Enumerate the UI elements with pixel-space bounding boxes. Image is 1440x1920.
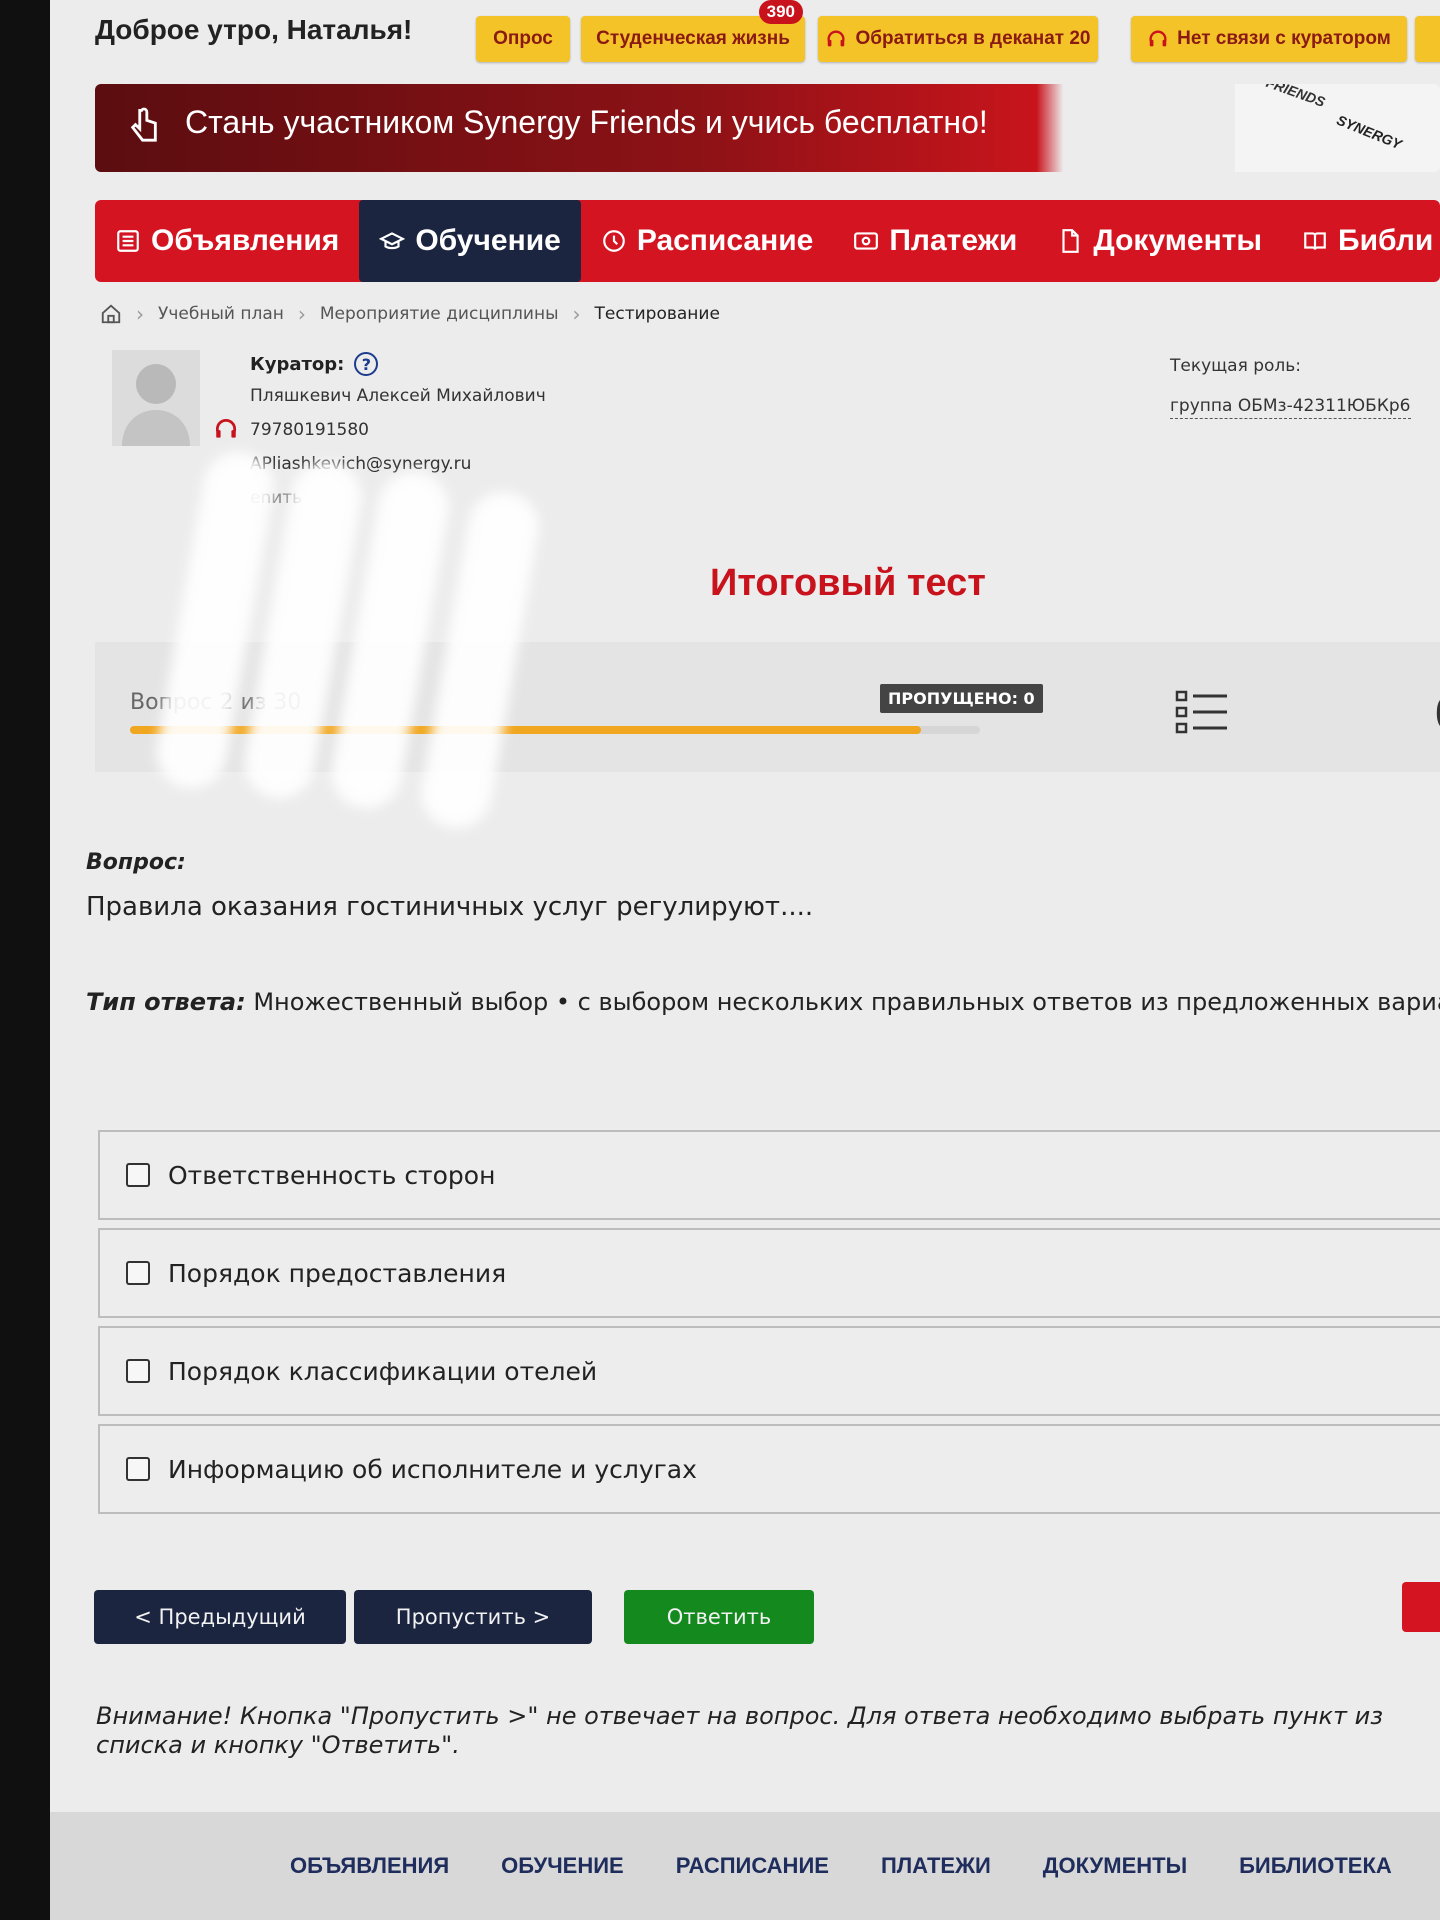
headset-icon xyxy=(1149,30,1167,47)
footer-library[interactable]: БИБЛИОТЕКА xyxy=(1239,1853,1392,1879)
no-curator-contact-label: Нет связи с куратором xyxy=(1177,28,1391,49)
question-label: Вопрос: xyxy=(86,850,186,875)
curator-email[interactable]: APliashkevich@synergy.ru xyxy=(250,454,471,474)
footer-navigation: ОБЪЯВЛЕНИЯ ОБУЧЕНИЕ РАСПИСАНИЕ ПЛАТЕЖИ Д… xyxy=(50,1812,1440,1920)
curator-phone: 79780191580 xyxy=(250,420,369,440)
user-silhouette-icon xyxy=(122,364,190,446)
clock-icon xyxy=(602,230,625,252)
student-life-button[interactable]: Студенческая жизнь 390 xyxy=(581,0,805,62)
answer-option[interactable]: Информацию об исполнителе и услугах xyxy=(98,1424,1440,1514)
breadcrumb-separator: › xyxy=(136,302,144,326)
nav-payments[interactable]: Платежи xyxy=(833,200,1037,282)
home-icon[interactable] xyxy=(100,303,122,325)
nav-documents[interactable]: Документы xyxy=(1037,200,1282,282)
help-icon[interactable]: ? xyxy=(354,352,379,376)
curator-avatar xyxy=(112,350,200,446)
option-label: Порядок классификации отелей xyxy=(168,1356,598,1386)
breadcrumb-curriculum[interactable]: Учебный план xyxy=(158,304,284,324)
skip-button[interactable]: Пропустить > xyxy=(354,1590,592,1644)
answer-type-value: Множественный выбор • с выбором нескольк… xyxy=(245,988,1440,1016)
nav-education-label: Обучение xyxy=(415,224,561,257)
current-role-label: Текущая роль: xyxy=(1170,356,1302,376)
footer-payments[interactable]: ПЛАТЕЖИ xyxy=(881,1853,991,1879)
option-label: Информацию об исполнителе и услугах xyxy=(168,1454,697,1484)
skip-warning-notice: Внимание! Кнопка "Пропустить >" не отвеч… xyxy=(96,1702,1383,1759)
headset-icon[interactable] xyxy=(213,416,239,442)
previous-button[interactable]: < Предыдущий xyxy=(94,1590,346,1644)
answer-button[interactable]: Ответить xyxy=(624,1590,814,1644)
nav-library[interactable]: Библи xyxy=(1282,200,1440,282)
banner-text: Стань участником Synergy Friends и учись… xyxy=(185,104,988,140)
timer: 00 xyxy=(1435,686,1440,740)
notification-badge: 390 xyxy=(758,0,803,24)
breadcrumb: › Учебный план › Мероприятие дисциплины … xyxy=(100,302,720,326)
student-life-label: Студенческая жизнь xyxy=(596,28,790,49)
nav-announcements-label: Объявления xyxy=(151,224,340,257)
book-icon xyxy=(1304,232,1326,250)
main-navigation: Объявления Обучение Расписание Платежи Д… xyxy=(95,200,1440,282)
answer-type-label: Тип ответа: xyxy=(86,988,246,1016)
curator-name: Пляшкевич Алексей Михайлович xyxy=(250,386,546,406)
breadcrumb-testing: Тестирование xyxy=(594,304,720,324)
option-label: Ответственность сторон xyxy=(168,1160,496,1190)
document-icon xyxy=(1062,229,1080,253)
graduation-cap-icon xyxy=(379,232,406,250)
list-icon xyxy=(117,230,139,252)
survey-button-label: Опрос xyxy=(493,28,553,49)
footer-schedule[interactable]: РАСПИСАНИЕ xyxy=(676,1853,829,1879)
banner-card-word: SYNERGY xyxy=(1334,111,1404,153)
footer-announcements[interactable]: ОБЪЯВЛЕНИЯ xyxy=(290,1853,449,1879)
nav-schedule[interactable]: Расписание xyxy=(581,200,834,282)
survey-button[interactable]: Опрос xyxy=(476,16,570,62)
breadcrumb-separator: › xyxy=(297,302,306,326)
answer-type: Тип ответа: Множественный выбор • с выбо… xyxy=(86,988,1440,1016)
answer-option[interactable]: Порядок предоставления xyxy=(98,1228,1440,1318)
nav-documents-label: Документы xyxy=(1093,224,1263,257)
nav-education[interactable]: Обучение xyxy=(359,200,581,282)
greeting: Доброе утро, Наталья! xyxy=(95,14,413,45)
question-list-icon[interactable] xyxy=(1175,688,1229,736)
answer-option[interactable]: Ответственность сторон xyxy=(98,1130,1440,1220)
skipped-count-badge: ПРОПУЩЕНО: 0 xyxy=(880,684,1043,713)
option-checkbox[interactable] xyxy=(126,1163,150,1187)
banner-card-word: FRIENDS xyxy=(1264,84,1328,111)
wallet-icon xyxy=(854,232,879,250)
breadcrumb-discipline-event[interactable]: Мероприятие дисциплины xyxy=(320,304,559,324)
synergy-friends-banner[interactable]: Стань участником Synergy Friends и учись… xyxy=(95,84,1440,172)
footer-documents[interactable]: ДОКУМЕНТЫ xyxy=(1043,1853,1187,1879)
page-title: Итоговый тест xyxy=(710,562,986,604)
screen: Доброе утро, Наталья! Опрос Студенческая… xyxy=(50,0,1440,1920)
more-header-button[interactable] xyxy=(1415,16,1440,62)
option-checkbox[interactable] xyxy=(126,1457,150,1481)
banner-card-image: FRIENDS SYNERGY xyxy=(1235,84,1440,172)
answer-option[interactable]: Порядок классификации отелей xyxy=(98,1326,1440,1416)
no-curator-contact-button[interactable]: Нет связи с куратором xyxy=(1131,16,1407,62)
dean-office-button[interactable]: Обратиться в деканат 20 xyxy=(818,16,1098,62)
question-text: Правила оказания гостиничных услуг регул… xyxy=(86,892,814,922)
headset-icon xyxy=(828,30,845,47)
nav-announcements[interactable]: Объявления xyxy=(95,200,359,282)
footer-education[interactable]: ОБУЧЕНИЕ xyxy=(501,1853,624,1879)
option-label: Порядок предоставления xyxy=(168,1258,507,1288)
curator-title: Куратор: ? xyxy=(250,352,379,376)
current-role-select[interactable]: группа ОБМз-42311ЮБКр6 xyxy=(1170,396,1411,419)
option-checkbox[interactable] xyxy=(126,1359,150,1383)
nav-library-label: Библи xyxy=(1338,224,1434,257)
breadcrumb-separator: › xyxy=(572,302,581,326)
nav-payments-label: Платежи xyxy=(889,224,1018,257)
finish-test-button[interactable] xyxy=(1402,1582,1440,1632)
option-checkbox[interactable] xyxy=(126,1261,150,1285)
pointer-hand-icon xyxy=(130,107,157,142)
nav-schedule-label: Расписание xyxy=(636,224,814,257)
curator-title-text: Куратор: xyxy=(250,353,345,375)
dean-office-label: Обратиться в деканат 20 xyxy=(855,28,1091,49)
